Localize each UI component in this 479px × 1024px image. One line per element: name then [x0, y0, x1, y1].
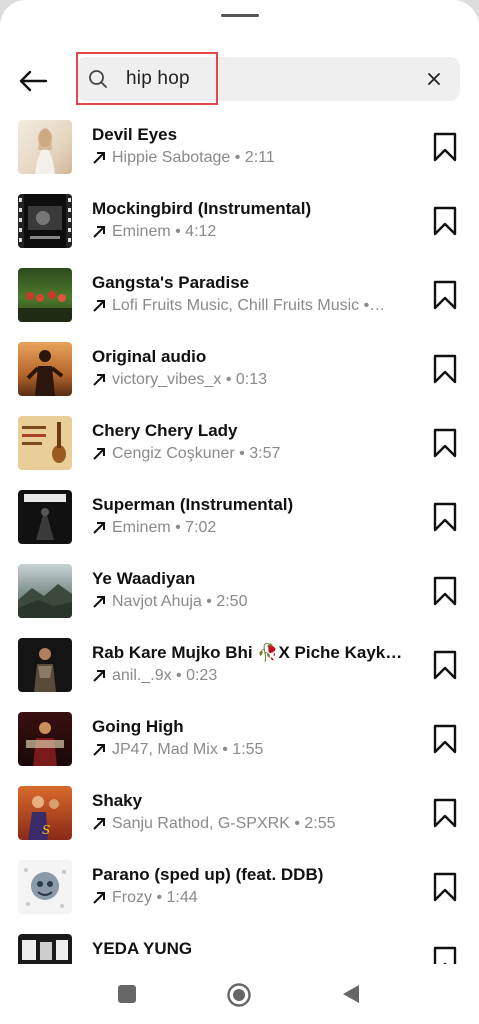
track-title: Devil Eyes	[92, 125, 178, 144]
track-artist-duration: Sanju Rathod, G-SPXRK • 2:55	[112, 815, 336, 832]
clear-search-button[interactable]	[424, 69, 444, 89]
list-item[interactable]: Gangsta's Paradise Lofi Fruits Music, Ch…	[0, 260, 479, 334]
album-art: S	[18, 786, 72, 840]
album-art	[18, 712, 72, 766]
bookmark-icon[interactable]	[432, 502, 458, 532]
track-subtitle: Hippie Sabotage • 2:11	[92, 149, 414, 167]
bookmark-icon[interactable]	[432, 206, 458, 236]
track-subtitle: Eminem • 7:02	[92, 519, 414, 537]
search-icon	[89, 70, 107, 88]
album-art	[18, 268, 72, 322]
album-art	[18, 194, 72, 248]
track-artist-duration: anil._.9x • 0:23	[112, 667, 218, 684]
track-artist-duration: JP47, Mad Mix • 1:55	[112, 741, 264, 758]
album-art	[18, 342, 72, 396]
bookmark-icon[interactable]	[432, 946, 458, 964]
bookmark-icon[interactable]	[432, 576, 458, 606]
arrow-up-right-icon	[93, 892, 105, 904]
drag-handle[interactable]	[221, 14, 259, 17]
system-navigation-bar	[0, 964, 479, 1024]
arrow-up-right-icon	[93, 670, 105, 682]
list-item[interactable]: Ye Waadiyan Navjot Ahuja • 2:50	[0, 556, 479, 630]
track-title: Superman (Instrumental)	[92, 495, 294, 514]
track-subtitle: Frozy • 1:44	[92, 889, 414, 907]
track-artist-duration: Cengiz Coşkuner • 3:57	[112, 445, 281, 462]
list-item[interactable]: Going High JP47, Mad Mix • 1:55	[0, 704, 479, 778]
bookmark-icon[interactable]	[432, 280, 458, 310]
album-art	[18, 120, 72, 174]
track-subtitle: victory_vibes_x • 0:13	[92, 371, 414, 389]
list-item[interactable]: YEDA YUNG	[0, 926, 479, 964]
track-title: Gangsta's Paradise	[92, 273, 250, 292]
track-title: Chery Chery Lady	[92, 421, 238, 440]
close-icon	[428, 73, 440, 85]
arrow-up-right-icon	[93, 818, 105, 830]
recents-button[interactable]	[118, 985, 136, 1003]
list-item[interactable]: Devil Eyes Hippie Sabotage • 2:11	[0, 112, 479, 186]
album-art	[18, 860, 72, 914]
track-artist-duration: Navjot Ahuja • 2:50	[112, 593, 248, 610]
list-item[interactable]: Mockingbird (Instrumental) Eminem • 4:12	[0, 186, 479, 260]
arrow-up-right-icon	[93, 596, 105, 608]
bookmark-icon[interactable]	[432, 724, 458, 754]
arrow-up-right-icon	[93, 374, 105, 386]
bookmark-icon[interactable]	[432, 132, 458, 162]
bookmark-icon[interactable]	[432, 650, 458, 680]
bookmark-icon[interactable]	[432, 354, 458, 384]
arrow-up-right-icon	[93, 522, 105, 534]
track-subtitle: Cengiz Coşkuner • 3:57	[92, 445, 414, 463]
audio-search-sheet: hip hop Devil Eyes Hippie Sabotage • 2:1…	[0, 0, 479, 1024]
list-item[interactable]: Parano (sped up) (feat. DDB) Frozy • 1:4…	[0, 852, 479, 926]
bookmark-icon[interactable]	[432, 798, 458, 828]
list-item[interactable]: S Shaky Sanju Rathod, G-SPXRK • 2:55	[0, 778, 479, 852]
track-title: Mockingbird (Instrumental)	[92, 199, 312, 218]
track-title: Rab Kare Mujko Bhi 🥀X Piche Kayku ...	[92, 643, 412, 662]
track-title: Going High	[92, 717, 184, 736]
track-title: Ye Waadiyan	[92, 569, 196, 588]
arrow-up-right-icon	[93, 152, 105, 164]
svg-text:S: S	[42, 823, 50, 837]
search-input[interactable]: hip hop	[126, 68, 190, 90]
arrow-up-right-icon	[93, 226, 105, 238]
track-artist-duration: Hippie Sabotage • 2:11	[112, 149, 275, 166]
list-item[interactable]: Chery Chery Lady Cengiz Coşkuner • 3:57	[0, 408, 479, 482]
track-title: YEDA YUNG	[92, 939, 193, 958]
track-artist-duration: Lofi Fruits Music, Chill Fruits Music •…	[112, 297, 386, 314]
back-button[interactable]	[16, 64, 50, 98]
album-art	[18, 416, 72, 470]
track-title: Original audio	[92, 347, 207, 366]
track-subtitle: Sanju Rathod, G-SPXRK • 2:55	[92, 815, 414, 833]
arrow-left-icon	[19, 70, 48, 92]
arrow-up-right-icon	[93, 448, 105, 460]
list-item[interactable]: Superman (Instrumental) Eminem • 7:02	[0, 482, 479, 556]
track-subtitle: Eminem • 4:12	[92, 223, 414, 241]
album-art	[18, 638, 72, 692]
track-artist-duration: Eminem • 4:12	[112, 223, 217, 240]
track-title: Parano (sped up) (feat. DDB)	[92, 865, 324, 884]
track-artist-duration: Eminem • 7:02	[112, 519, 217, 536]
list-item[interactable]: Original audio victory_vibes_x • 0:13	[0, 334, 479, 408]
track-subtitle: Lofi Fruits Music, Chill Fruits Music •…	[92, 297, 414, 315]
album-art	[18, 934, 72, 964]
results-list: Devil Eyes Hippie Sabotage • 2:11 Mockin…	[0, 112, 479, 964]
track-title: Shaky	[92, 791, 143, 810]
track-artist-duration: victory_vibes_x • 0:13	[112, 371, 268, 388]
track-subtitle: JP47, Mad Mix • 1:55	[92, 741, 414, 759]
album-art	[18, 564, 72, 618]
bookmark-icon[interactable]	[432, 428, 458, 458]
track-subtitle: Navjot Ahuja • 2:50	[92, 593, 414, 611]
search-field[interactable]: hip hop	[76, 57, 460, 101]
list-item[interactable]: Rab Kare Mujko Bhi 🥀X Piche Kayku ... an…	[0, 630, 479, 704]
track-subtitle: anil._.9x • 0:23	[92, 667, 414, 685]
track-artist-duration: Frozy • 1:44	[112, 889, 198, 906]
bookmark-icon[interactable]	[432, 872, 458, 902]
nav-back-button[interactable]	[341, 983, 361, 1005]
album-art	[18, 490, 72, 544]
arrow-up-right-icon	[93, 744, 105, 756]
arrow-up-right-icon	[93, 300, 105, 312]
home-button[interactable]	[226, 982, 252, 1008]
